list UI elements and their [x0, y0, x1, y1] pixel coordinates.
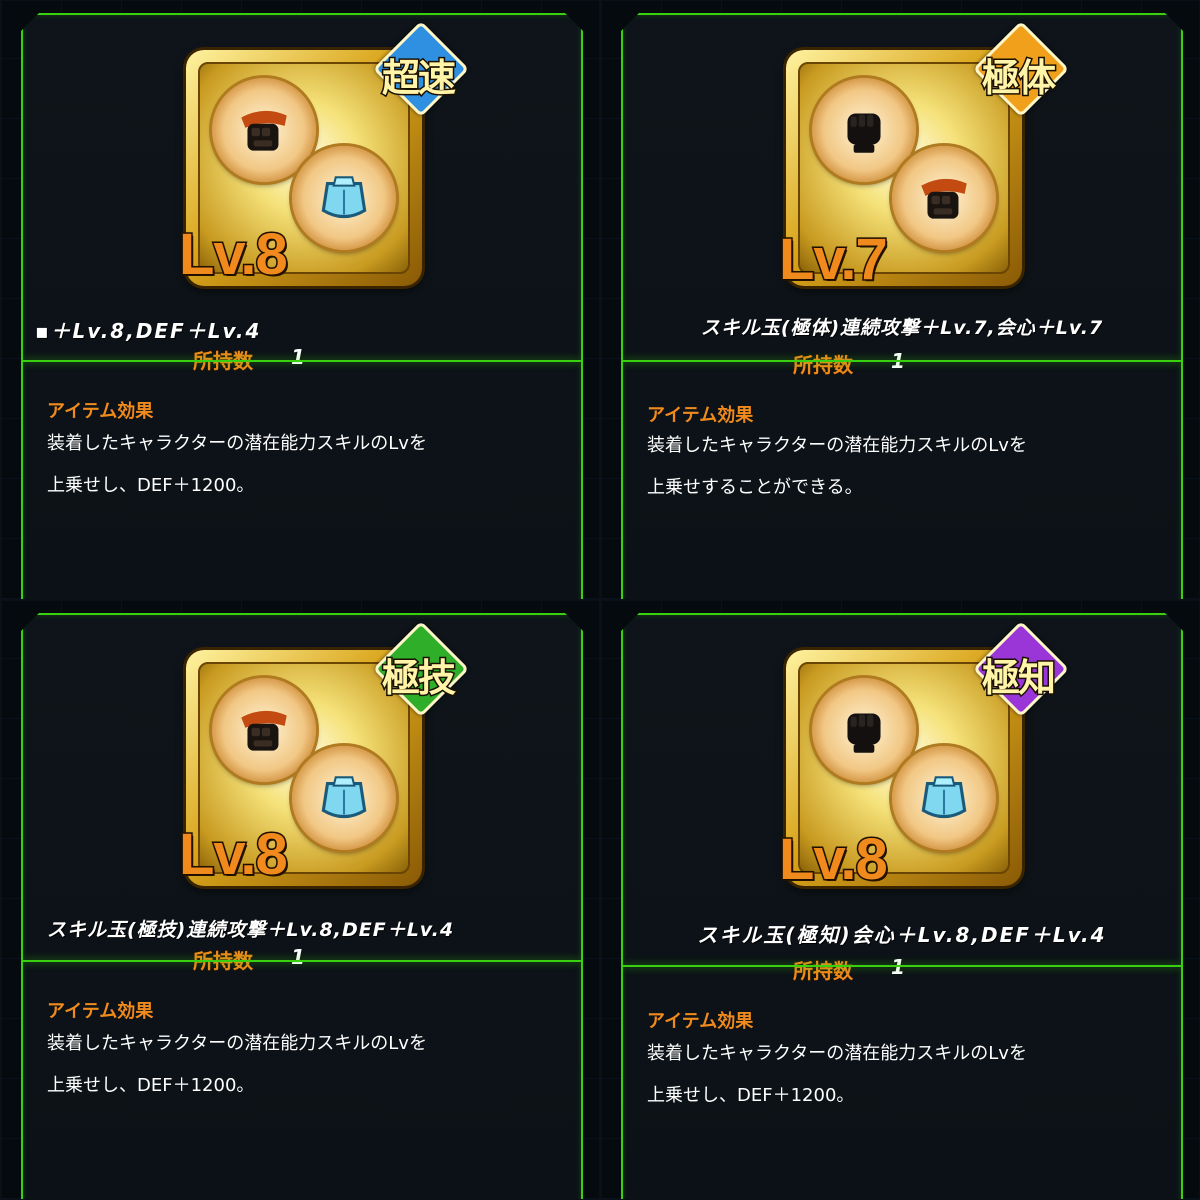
item-panel: Lv.8 極技 スキル玉(極技)連続攻撃＋Lv.8,DEF＋Lv.4 所持数 1… [21, 613, 583, 1200]
item-card-extreme-phy: Lv.7 極体 スキル玉(極体)連続攻撃＋Lv.7,会心＋Lv.7 所持数 1 … [600, 0, 1200, 600]
item-panel: Lv.8 極知 スキル玉(極知)会心＋Lv.8,DEF＋Lv.4 所持数 1 ア… [621, 613, 1183, 1200]
divider [623, 965, 1181, 967]
item-name: スキル玉(極知)会心＋Lv.8,DEF＋Lv.4 [697, 923, 1107, 947]
type-label: 極体 [981, 56, 1054, 100]
effect-text-line-1: 装着したキャラクターの潜在能力スキルのLvを [47, 1033, 427, 1054]
effect-title: アイテム効果 [647, 405, 754, 426]
owned-label: 所持数 [793, 353, 853, 377]
effect-text-line-2: 上乗せすることができる。 [647, 477, 863, 498]
divider [623, 360, 1181, 362]
level-badge: Lv.8 [179, 222, 287, 287]
type-badge: 超速 [363, 33, 473, 113]
owned-count-row: 所持数 1 [793, 349, 905, 378]
type-label: 超速 [381, 56, 454, 100]
owned-count: 1 [891, 955, 905, 979]
item-card-extreme-teq: Lv.8 極技 スキル玉(極技)連続攻撃＋Lv.8,DEF＋Lv.4 所持数 1… [0, 600, 600, 1200]
item-name: スキル玉(極技)連続攻撃＋Lv.8,DEF＋Lv.4 [47, 919, 455, 941]
item-detail-grid: Lv.8 超速 ▪＋Lv.8,DEF＋Lv.4 所持数 1 アイテム効果 装着し… [0, 0, 1200, 1200]
level-badge: Lv.8 [179, 822, 287, 887]
item-card-super-speed: Lv.8 超速 ▪＋Lv.8,DEF＋Lv.4 所持数 1 アイテム効果 装着し… [0, 0, 600, 600]
owned-count-row: 所持数 1 [793, 955, 905, 984]
item-name: ▪＋Lv.8,DEF＋Lv.4 [35, 319, 262, 343]
effect-title: アイテム効果 [647, 1011, 754, 1032]
effect-text-line-1: 装着したキャラクターの潜在能力スキルのLvを [47, 433, 427, 454]
divider [23, 360, 581, 362]
type-badge: 極技 [363, 633, 473, 713]
effect-text-line-2: 上乗せし、DEF＋1200。 [47, 475, 255, 496]
item-panel: Lv.8 超速 ▪＋Lv.8,DEF＋Lv.4 所持数 1 アイテム効果 装着し… [21, 13, 583, 600]
punch-icon [812, 78, 916, 182]
effect-title: アイテム効果 [47, 1001, 154, 1022]
owned-label: 所持数 [793, 959, 853, 983]
type-badge: 極体 [963, 33, 1073, 113]
item-name: スキル玉(極体)連続攻撃＋Lv.7,会心＋Lv.7 [700, 317, 1104, 339]
punch-icon [812, 678, 916, 782]
level-badge: Lv.8 [779, 827, 887, 892]
effect-text-line-2: 上乗せし、DEF＋1200。 [47, 1075, 255, 1096]
effect-text-line-1: 装着したキャラクターの潜在能力スキルのLvを [647, 435, 1027, 456]
level-badge: Lv.7 [779, 227, 887, 292]
fist-icon [212, 78, 316, 182]
effect-text-line-2: 上乗せし、DEF＋1200。 [647, 1085, 855, 1106]
owned-count: 1 [891, 349, 905, 378]
type-label: 極技 [381, 656, 454, 700]
divider [23, 960, 581, 962]
fist-icon [212, 678, 316, 782]
item-panel: Lv.7 極体 スキル玉(極体)連続攻撃＋Lv.7,会心＋Lv.7 所持数 1 … [621, 13, 1183, 600]
item-card-extreme-int: Lv.8 極知 スキル玉(極知)会心＋Lv.8,DEF＋Lv.4 所持数 1 ア… [600, 600, 1200, 1200]
type-badge: 極知 [963, 633, 1073, 713]
type-label: 極知 [981, 656, 1054, 700]
effect-title: アイテム効果 [47, 401, 154, 422]
effect-text-line-1: 装着したキャラクターの潜在能力スキルのLvを [647, 1043, 1027, 1064]
